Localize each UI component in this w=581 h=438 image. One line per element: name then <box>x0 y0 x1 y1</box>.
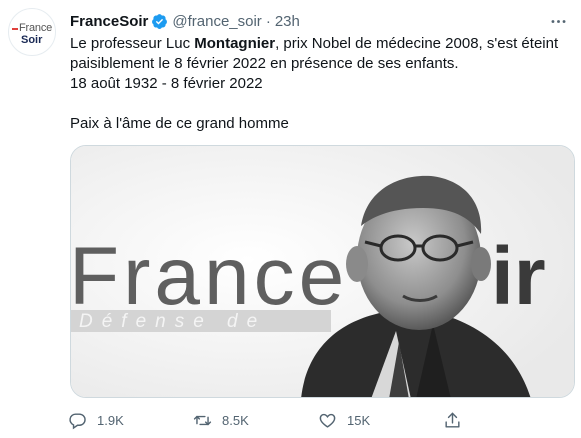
reply-count: 1.9K <box>97 413 124 428</box>
tweet-header: FranceSoir @france_soir · 23h <box>70 11 300 31</box>
reply-button[interactable]: 1.9K <box>68 411 193 430</box>
share-icon <box>445 412 460 428</box>
avatar-logo-line-1: France <box>11 22 53 34</box>
heart-icon <box>319 413 336 428</box>
media-photo: France ir Défense de <box>71 146 574 397</box>
tweet-dates: 18 août 1932 - 8 février 2022 <box>70 75 263 92</box>
text-bold-name: Montagnier <box>194 35 276 52</box>
avatar-logo-line-2: Soir <box>21 34 43 46</box>
separator-dot: · <box>265 12 271 30</box>
share-button[interactable] <box>443 411 568 430</box>
tweet-tribute: Paix à l'âme de ce grand homme <box>70 115 289 132</box>
tweet-media-image[interactable]: France ir Défense de <box>70 145 575 398</box>
retweet-icon <box>193 415 212 426</box>
more-options-icon[interactable] <box>547 10 569 32</box>
media-bg-subtitle: Défense de <box>79 311 266 332</box>
handle[interactable]: @france_soir <box>172 13 261 30</box>
like-button[interactable]: 15K <box>318 411 443 430</box>
like-count: 15K <box>347 413 371 428</box>
tweet-paragraph: Le professeur Luc Montagnier, prix Nobel… <box>70 34 570 74</box>
display-name[interactable]: FranceSoir <box>70 13 148 30</box>
reply-icon <box>69 413 86 430</box>
verified-badge-icon <box>151 13 168 30</box>
retweet-button[interactable]: 8.5K <box>193 411 318 430</box>
media-bg-word-2: ir <box>491 231 546 322</box>
media-bg-word: France <box>71 231 348 322</box>
tweet-text: Le professeur Luc Montagnier, prix Nobel… <box>70 34 570 134</box>
tweet-actions: 1.9K 8.5K 15K <box>68 411 568 430</box>
timestamp[interactable]: 23h <box>275 13 300 30</box>
avatar[interactable]: France Soir <box>8 8 56 56</box>
text-part-1: Le professeur Luc <box>70 35 195 52</box>
retweet-count: 8.5K <box>222 413 249 428</box>
